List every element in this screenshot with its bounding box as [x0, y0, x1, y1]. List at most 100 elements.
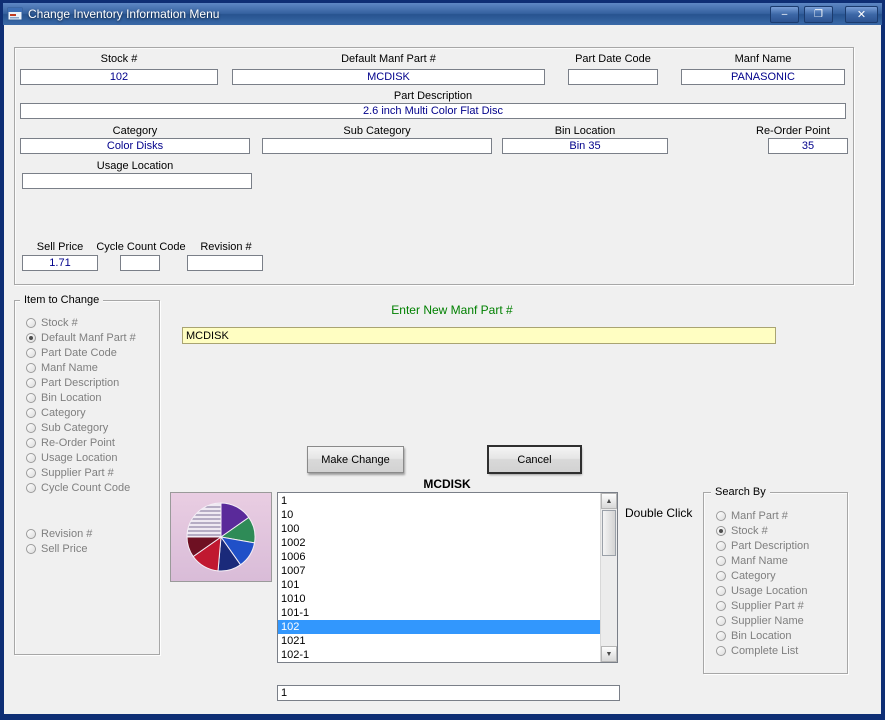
default-manf-part-field[interactable]: MCDISK [232, 69, 545, 85]
sub-category-label: Sub Category [343, 125, 411, 137]
radio-option[interactable]: Revision # [26, 526, 92, 541]
revision-field[interactable] [187, 255, 263, 271]
close-button[interactable]: ✕ [845, 5, 878, 23]
product-image [170, 492, 272, 582]
scrollbar-up-icon[interactable]: ▲ [601, 493, 617, 509]
radio-icon [26, 392, 36, 403]
radio-icon [26, 317, 36, 328]
radio-option-label: Manf Name [731, 554, 788, 567]
radio-option[interactable]: Bin Location [26, 390, 136, 405]
radio-option[interactable]: Manf Name [26, 360, 136, 375]
list-item[interactable]: 1010 [278, 592, 600, 606]
category-field[interactable]: Color Disks [20, 138, 250, 154]
radio-option[interactable]: Supplier Name [716, 613, 809, 628]
list-item[interactable]: 1007 [278, 564, 600, 578]
bin-location-field[interactable]: Bin 35 [502, 138, 668, 154]
stock-number-field[interactable]: 102 [20, 69, 218, 85]
radio-icon [26, 543, 36, 554]
radio-option[interactable]: Supplier Part # [26, 465, 136, 480]
scrollbar-down-icon[interactable]: ▼ [601, 646, 617, 662]
usage-location-field[interactable] [22, 173, 252, 189]
scrollbar[interactable]: ▲ ▼ [600, 493, 617, 662]
radio-option[interactable]: Re-Order Point [26, 435, 136, 450]
default-manf-part-label: Default Manf Part # [341, 53, 436, 65]
radio-icon [26, 362, 36, 373]
list-item[interactable]: 101-1 [278, 606, 600, 620]
radio-option-label: Revision # [41, 527, 93, 540]
radio-icon [716, 555, 726, 566]
window-title: Change Inventory Information Menu [28, 7, 220, 21]
list-item[interactable]: 100 [278, 522, 600, 536]
reorder-point-label: Re-Order Point [756, 125, 830, 137]
stock-number-label: Stock # [100, 53, 138, 65]
radio-icon [716, 630, 726, 641]
radio-option[interactable]: Part Description [26, 375, 136, 390]
maximize-button[interactable]: ❐ [804, 5, 833, 23]
sub-category-field[interactable] [262, 138, 492, 154]
part-description-field[interactable]: 2.6 inch Multi Color Flat Disc [20, 103, 846, 119]
radio-option[interactable]: Bin Location [716, 628, 809, 643]
radio-option[interactable]: Part Date Code [26, 345, 136, 360]
radio-option[interactable]: Stock # [716, 523, 809, 538]
radio-option[interactable]: Usage Location [716, 583, 809, 598]
list-item[interactable]: 101 [278, 578, 600, 592]
list-item[interactable]: 1 [278, 494, 600, 508]
client-area: Stock # Default Manf Part # Part Date Co… [4, 25, 881, 714]
radio-option[interactable]: Category [716, 568, 809, 583]
radio-icon [26, 482, 36, 493]
radio-option[interactable]: Sub Category [26, 420, 136, 435]
radio-option-label: Part Description [731, 539, 810, 552]
radio-option-label: Part Description [41, 376, 120, 389]
radio-icon [716, 645, 726, 656]
radio-option-label: Usage Location [41, 451, 118, 464]
radio-icon [26, 437, 36, 448]
radio-option[interactable]: Default Manf Part # [26, 330, 136, 345]
radio-icon [26, 467, 36, 478]
radio-icon [716, 525, 726, 536]
manf-name-field[interactable]: PANASONIC [681, 69, 845, 85]
part-date-code-field[interactable] [568, 69, 658, 85]
radio-option[interactable]: Complete List [716, 643, 809, 658]
radio-icon [26, 347, 36, 358]
new-manf-part-input[interactable] [182, 327, 776, 344]
cancel-button[interactable]: Cancel [488, 446, 581, 473]
app-icon [7, 6, 23, 22]
list-item[interactable]: 1006 [278, 550, 600, 564]
radio-option[interactable]: Stock # [26, 315, 136, 330]
radio-option[interactable]: Category [26, 405, 136, 420]
bin-location-label: Bin Location [554, 125, 616, 137]
list-item[interactable]: 102 [278, 620, 600, 634]
radio-icon [716, 600, 726, 611]
item-to-change-title: Item to Change [20, 294, 104, 306]
radio-option[interactable]: Part Description [716, 538, 809, 553]
list-position-input[interactable] [277, 685, 620, 701]
item-to-change-options: Stock # Default Manf Part # Part Date Co… [26, 315, 136, 495]
make-change-button[interactable]: Make Change [307, 446, 404, 473]
cycle-count-code-field[interactable] [120, 255, 160, 271]
radio-option-label: Default Manf Part # [41, 331, 136, 344]
list-item[interactable]: 10 [278, 508, 600, 522]
radio-option[interactable]: Manf Part # [716, 508, 809, 523]
list-item[interactable]: 1021 [278, 634, 600, 648]
reorder-point-field[interactable]: 35 [768, 138, 848, 154]
sell-price-field[interactable]: 1.71 [22, 255, 98, 271]
titlebar[interactable]: Change Inventory Information Menu – ❐ ✕ [3, 3, 882, 25]
radio-icon [716, 540, 726, 551]
radio-option-label: Sub Category [41, 421, 109, 434]
list-item[interactable]: 102-1 [278, 648, 600, 662]
enter-new-value-prompt: Enter New Manf Part # [391, 303, 513, 317]
radio-option-label: Cycle Count Code [41, 481, 131, 494]
radio-icon [26, 332, 36, 343]
radio-option[interactable]: Manf Name [716, 553, 809, 568]
radio-option-label: Category [731, 569, 776, 582]
radio-option[interactable]: Sell Price [26, 541, 92, 556]
minimize-button[interactable]: – [770, 5, 799, 23]
selected-part-heading: MCDISK [423, 477, 471, 491]
scrollbar-thumb[interactable] [602, 510, 616, 556]
list-item[interactable]: 1002 [278, 536, 600, 550]
radio-option[interactable]: Cycle Count Code [26, 480, 136, 495]
radio-option[interactable]: Usage Location [26, 450, 136, 465]
radio-option[interactable]: Supplier Part # [716, 598, 809, 613]
radio-icon [26, 452, 36, 463]
stock-listbox: 1 10 100 1002 1006 1007 101 1010 101-1 1… [277, 492, 618, 663]
